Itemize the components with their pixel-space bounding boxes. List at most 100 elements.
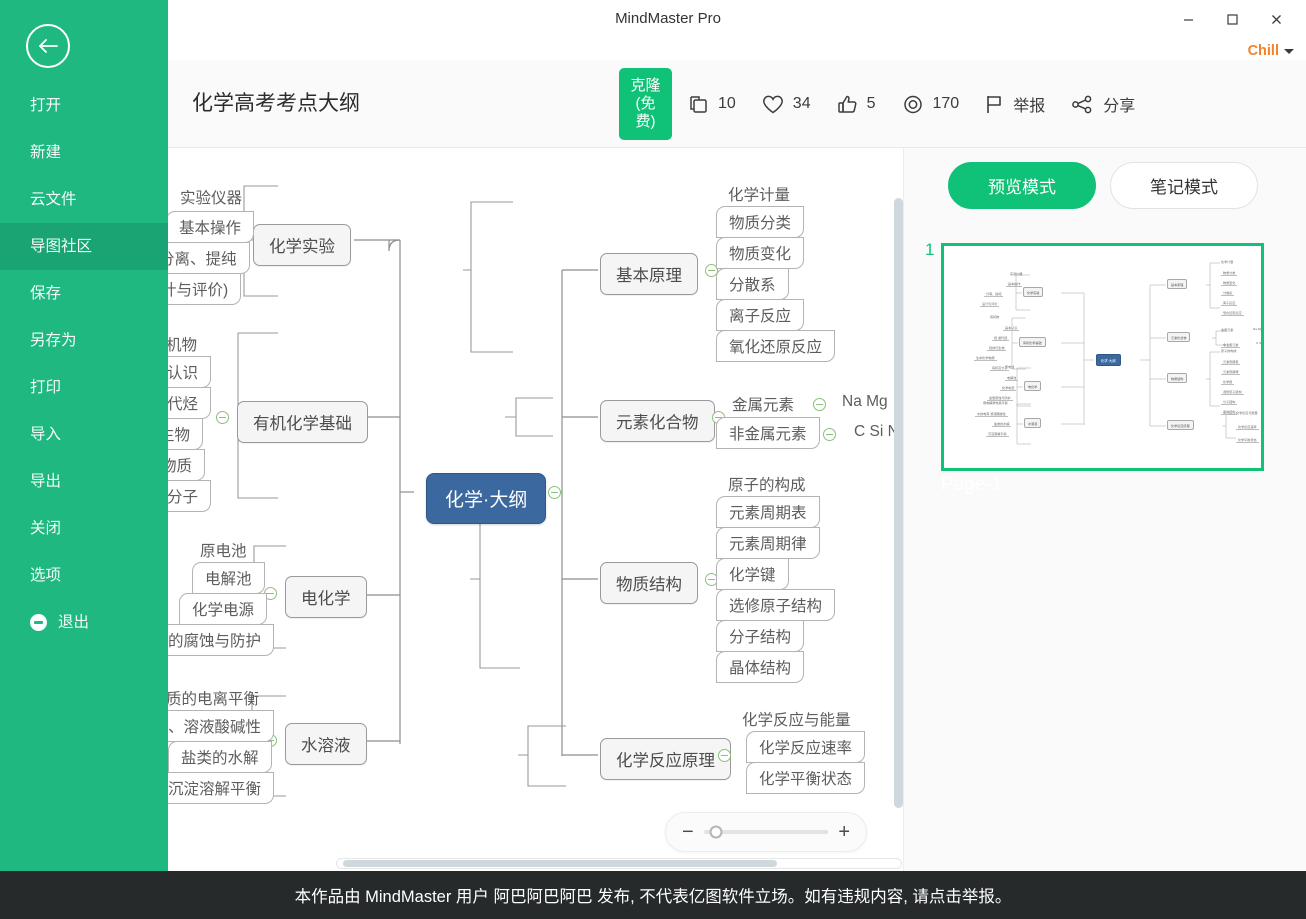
- leaf-separation-purification[interactable]: 分离、提纯: [168, 242, 250, 274]
- root-collapse-toggle[interactable]: [548, 486, 561, 499]
- leaf-ionic-reaction[interactable]: 离子反应: [716, 299, 805, 331]
- thumbs-up-icon: [837, 94, 858, 115]
- page-number: 1: [925, 240, 935, 259]
- sidebar-item-close[interactable]: 关闭: [0, 505, 168, 552]
- sidebar-item-print[interactable]: 打印: [0, 364, 168, 411]
- leaf-lab-apparatus[interactable]: 实验仪器: [176, 184, 246, 210]
- leaf-crystal-structure[interactable]: 晶体结构: [716, 651, 805, 683]
- leaf-molecular-structure[interactable]: 分子结构: [716, 620, 805, 652]
- leaf-elective-atomic-structure[interactable]: 选修原子结构: [716, 589, 836, 621]
- leaf-precipitation-equilibrium[interactable]: 沉淀溶解平衡: [168, 772, 275, 804]
- leaf-corrosion-protection[interactable]: 的腐蚀与防护: [168, 624, 275, 656]
- title-bar: MindMaster Pro: [168, 0, 1306, 38]
- leaf-galvanic-cell[interactable]: 原电池: [196, 537, 251, 563]
- leaf-polymer[interactable]: 分子: [168, 480, 212, 512]
- sidebar-item-import[interactable]: 导入: [0, 411, 168, 458]
- tab-preview-mode[interactable]: 预览模式: [948, 162, 1096, 209]
- leaf-basic-knowledge[interactable]: 认识: [168, 356, 212, 388]
- thumbnail-rleaf-0-4: 离子反应: [1221, 300, 1238, 306]
- thumbnail-branch-0: 化学实验: [1023, 287, 1044, 297]
- leaf-chemical-bond[interactable]: 化学键: [716, 558, 789, 590]
- views-action[interactable]: 170: [902, 94, 959, 115]
- sidebar-item-save[interactable]: 保存: [0, 270, 168, 317]
- branch-reaction-principles[interactable]: 化学反应原理: [600, 738, 731, 780]
- leaf-dispersion-system[interactable]: 分散系: [716, 268, 789, 300]
- clone-count-action[interactable]: 10: [688, 94, 736, 115]
- leaf-chemical-quantity[interactable]: 化学计量: [724, 181, 794, 207]
- close-button[interactable]: [1254, 4, 1298, 34]
- branch-element-compounds[interactable]: 元素化合物: [600, 400, 715, 442]
- sidebar-item-save-as[interactable]: 另存为: [0, 317, 168, 364]
- branch-substance-structure[interactable]: 物质结构: [600, 562, 698, 604]
- thumbnail-rtail-1-0: Na Mg Al Fe Cu: [1253, 327, 1263, 331]
- thumbnail-rleaf-0-2: 物质变化: [1221, 280, 1238, 286]
- maximize-button[interactable]: [1210, 4, 1254, 34]
- leaf-substance-change[interactable]: 物质变化: [716, 237, 805, 269]
- sidebar-item-new[interactable]: 新建: [0, 129, 168, 176]
- leaf-chemical-power[interactable]: 化学电源: [179, 593, 268, 625]
- leaf-halohydrocarbon[interactable]: 代烃: [168, 387, 212, 419]
- leaf-metal-elements-list[interactable]: Na Mg: [838, 391, 892, 413]
- sidebar-item-community[interactable]: 导图社区: [0, 223, 168, 270]
- leaf-life-substances[interactable]: 物质: [168, 449, 206, 481]
- zoom-in-button[interactable]: +: [838, 822, 850, 842]
- leaf-solution-acidity[interactable]: 、溶液酸碱性: [168, 710, 275, 742]
- sidebar-item-export[interactable]: 导出: [0, 458, 168, 505]
- leaf-equilibrium-state[interactable]: 化学平衡状态: [746, 762, 866, 794]
- branch-aqueous-solution[interactable]: 水溶液: [285, 723, 367, 765]
- back-arrow-icon[interactable]: [26, 24, 70, 68]
- minimize-button[interactable]: [1166, 4, 1210, 34]
- report-action[interactable]: 举报: [985, 92, 1045, 116]
- leaf-nonmetal-elements[interactable]: 非金属元素: [716, 417, 820, 449]
- branch-reaction-principles-toggle[interactable]: [718, 749, 731, 762]
- branch-chemistry-experiment[interactable]: 化学实验: [253, 224, 351, 266]
- share-action[interactable]: 分享: [1071, 92, 1135, 116]
- document-header: 化学高考考点大纲 克隆 (免 费) 10 34 5 170 举报 分享: [168, 60, 1306, 148]
- thumbnail-rleaf-2-1: 元素周期表: [1221, 359, 1241, 365]
- clone-count-label: 10: [718, 95, 736, 112]
- leaf-ionization-equilibrium[interactable]: 质的电离平衡: [168, 685, 263, 711]
- leaf-substance-classification[interactable]: 物质分类: [716, 206, 805, 238]
- canvas-horizontal-scrollbar-thumb[interactable]: [343, 860, 777, 867]
- sidebar-item-exit-label: 退出: [58, 614, 90, 631]
- canvas-vertical-scrollbar-thumb[interactable]: [894, 198, 903, 808]
- like-action[interactable]: 5: [837, 94, 876, 115]
- sidebar-item-cloud-files[interactable]: 云文件: [0, 176, 168, 223]
- favorite-action[interactable]: 34: [762, 94, 811, 115]
- leaf-redox-reaction[interactable]: 氧化还原反应: [716, 330, 836, 362]
- sidebar-item-exit[interactable]: 退出: [0, 599, 168, 646]
- page-thumbnail[interactable]: 化学·大纲 化学实验 实验仪器 基本操作 分离、提纯 设计与评价 有机化学基础 …: [941, 243, 1264, 471]
- metal-elements-toggle[interactable]: [813, 398, 826, 411]
- zoom-out-button[interactable]: −: [682, 822, 694, 842]
- leaf-electrolytic-cell[interactable]: 电解池: [192, 562, 265, 594]
- sidebar-item-open[interactable]: 打开: [0, 82, 168, 129]
- leaf-basic-operations[interactable]: 基本操作: [168, 211, 255, 243]
- tab-notes-mode[interactable]: 笔记模式: [1110, 162, 1258, 209]
- clone-button[interactable]: 克隆 (免 费): [619, 68, 672, 140]
- leaf-reaction-rate[interactable]: 化学反应速率: [746, 731, 866, 763]
- zoom-slider[interactable]: [703, 825, 829, 839]
- leaf-design-evaluation[interactable]: 计与评价): [168, 273, 242, 305]
- leaf-salt-hydrolysis[interactable]: 盐类的水解: [168, 741, 272, 773]
- thumbnail-branch-1: 有机化学基础: [1019, 337, 1046, 347]
- branch-organic-chemistry-toggle[interactable]: [216, 411, 229, 424]
- mindmap-root-node[interactable]: 化学·大纲: [426, 473, 547, 524]
- nonmetal-elements-toggle[interactable]: [823, 428, 836, 441]
- branch-organic-chemistry[interactable]: 有机化学基础: [237, 401, 368, 443]
- leaf-periodic-law[interactable]: 元素周期律: [716, 527, 820, 559]
- leaf-metal-elements[interactable]: 金属元素: [728, 391, 798, 417]
- branch-basic-principles[interactable]: 基本原理: [600, 253, 698, 295]
- mindmap-canvas[interactable]: 化学·大纲 化学实验 实验仪器 基本操作 分离、提纯 计与评价) 有机化学基础 …: [168, 148, 899, 871]
- leaf-nonmetal-elements-list[interactable]: C Si N: [850, 421, 899, 443]
- thumbnail-leaf-0-1: 基本操作: [1006, 281, 1023, 287]
- leaf-derivatives[interactable]: 生物: [168, 418, 204, 450]
- leaf-reaction-energy[interactable]: 化学反应与能量: [738, 706, 855, 732]
- canvas-horizontal-scrollbar[interactable]: [336, 858, 902, 869]
- leaf-periodic-table[interactable]: 元素周期表: [716, 496, 820, 528]
- leaf-atom-composition[interactable]: 原子的构成: [724, 471, 810, 497]
- branch-electrochemistry[interactable]: 电化学: [285, 576, 367, 618]
- sidebar-item-options[interactable]: 选项: [0, 552, 168, 599]
- leaf-organic-compound[interactable]: 机物: [168, 331, 201, 357]
- zoom-slider-handle[interactable]: [709, 825, 723, 839]
- canvas-vertical-scrollbar[interactable]: [894, 150, 903, 850]
